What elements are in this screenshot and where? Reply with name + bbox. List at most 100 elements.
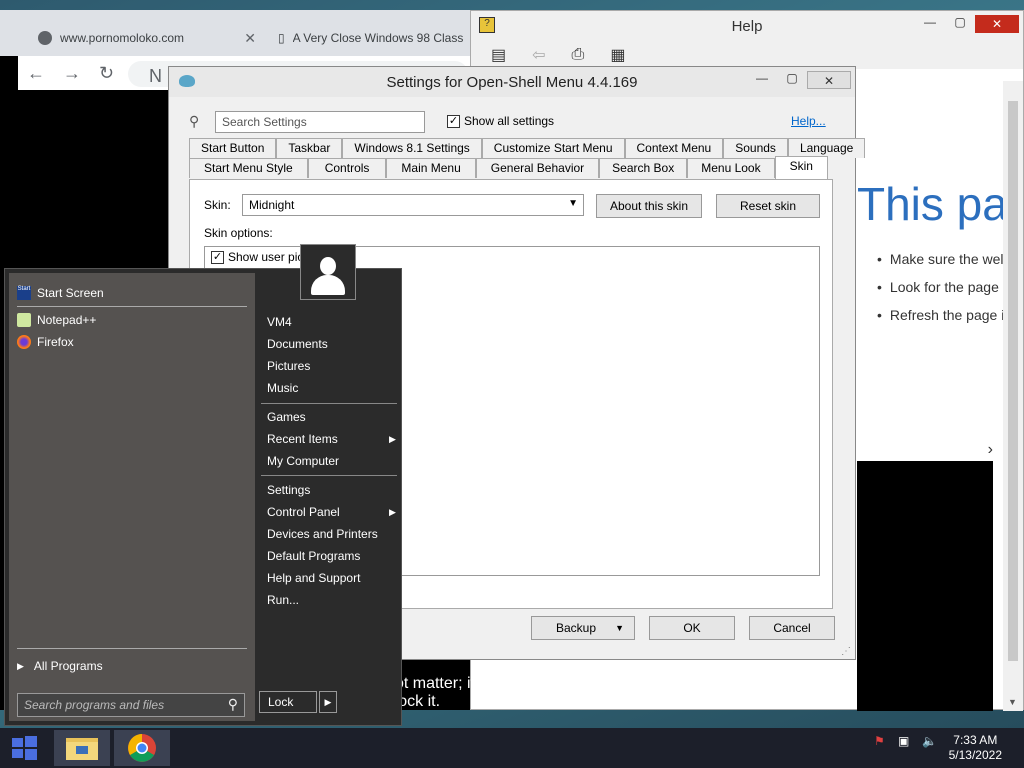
browser-tab-2-label: A Very Close Windows 98 Class: [292, 31, 463, 45]
maximize-icon[interactable]: ▢: [945, 11, 975, 41]
minimize-icon[interactable]: —: [915, 11, 945, 41]
network-icon[interactable]: ▣: [898, 734, 909, 748]
chevron-right-icon: ▶: [17, 660, 24, 671]
search-settings-input[interactable]: Search Settings: [215, 111, 425, 133]
checkmark-icon[interactable]: ✓: [211, 251, 224, 265]
help-bullet: Refresh the page i: [877, 307, 1013, 323]
tab-general-behavior[interactable]: General Behavior: [475, 158, 600, 178]
tab-language[interactable]: Language: [787, 138, 866, 158]
tab-search-box[interactable]: Search Box: [599, 158, 688, 178]
start-menu-left-pane: Start Start Screen Notepad++ Firefox ▶ A…: [9, 273, 255, 721]
start-menu-item-label: Control Panel: [267, 505, 340, 519]
tab-taskbar[interactable]: Taskbar: [276, 138, 343, 158]
search-icon: ⚲: [189, 113, 200, 129]
clock-time: 7:33 AM: [953, 733, 998, 747]
back-icon[interactable]: ⇦: [532, 45, 545, 65]
reset-skin-button[interactable]: Reset skin: [716, 194, 820, 218]
help-scrollbar[interactable]: ▼: [1003, 81, 1023, 711]
start-menu-item-help-and-support[interactable]: Help and Support: [267, 568, 360, 588]
system-clock[interactable]: 7:33 AM 5/13/2022: [949, 733, 1002, 763]
tab-customize-start-menu[interactable]: Customize Start Menu: [481, 138, 625, 158]
print-icon[interactable]: ⎙: [572, 46, 585, 64]
start-menu-item-vm4[interactable]: VM4: [267, 312, 292, 332]
close-icon[interactable]: ✕: [975, 15, 1019, 33]
help-toolbar: ▤ ⇦ ⎙ ▦: [471, 41, 1023, 69]
scroll-down-icon[interactable]: ▼: [1008, 697, 1017, 707]
ok-button[interactable]: OK: [649, 616, 735, 640]
option-label: Show user pic: [228, 250, 304, 264]
start-menu-item-firefox[interactable]: Firefox: [17, 332, 74, 352]
start-menu-item-control-panel[interactable]: Control Panel ▶: [267, 502, 397, 522]
shutdown-options-button[interactable]: ▶: [319, 691, 337, 713]
cancel-button[interactable]: Cancel: [749, 616, 835, 640]
start-menu-item-games[interactable]: Games: [267, 407, 306, 427]
globe-icon: [38, 31, 52, 45]
close-icon[interactable]: ✕: [807, 71, 851, 89]
browser-tab-2[interactable]: ▯ A Very Close Windows 98 Class: [268, 20, 468, 56]
start-menu-item-default-programs[interactable]: Default Programs: [267, 546, 360, 566]
help-title: Help: [731, 17, 763, 35]
lock-button[interactable]: Lock: [259, 691, 317, 713]
search-icon[interactable]: ⚲: [228, 696, 238, 713]
close-tab-icon[interactable]: ✕: [244, 30, 256, 47]
notepadpp-icon: [17, 313, 31, 327]
help-app-icon: ?: [479, 17, 495, 33]
start-menu-item-run[interactable]: Run...: [267, 590, 299, 610]
action-center-flag-icon[interactable]: ⚑: [874, 734, 885, 748]
tab-windows-8-1-settings[interactable]: Windows 8.1 Settings: [342, 138, 482, 158]
help-link[interactable]: Help...: [791, 114, 826, 128]
settings-title-bar: Settings for Open-Shell Menu 4.4.169 — ▢…: [169, 67, 855, 97]
chrome-icon: [128, 734, 156, 762]
tab-start-menu-style[interactable]: Start Menu Style: [189, 158, 308, 178]
start-button[interactable]: [0, 730, 48, 766]
maximize-icon[interactable]: ▢: [777, 67, 807, 97]
help-bullet: Make sure the wel: [877, 251, 1013, 267]
tab-controls[interactable]: Controls: [307, 158, 387, 178]
volume-muted-icon[interactable]: 🔈: [922, 734, 937, 748]
start-menu-item-start-screen[interactable]: Start Start Screen: [17, 283, 104, 303]
start-menu-item-recent-items[interactable]: Recent Items ▶: [267, 429, 397, 449]
skin-select[interactable]: Midnight ▼: [242, 194, 584, 216]
start-menu-item-devices-and-printers[interactable]: Devices and Printers: [267, 524, 378, 544]
options-icon[interactable]: ▦: [610, 45, 625, 65]
checkmark-icon[interactable]: ✓: [447, 115, 460, 129]
start-menu-item-label: Firefox: [37, 335, 74, 349]
divider: [261, 475, 397, 476]
file-explorer-taskbar-button[interactable]: [54, 730, 110, 766]
chrome-taskbar-button[interactable]: [114, 730, 170, 766]
hide-pane-icon[interactable]: ▤: [491, 45, 506, 65]
start-menu-item-my-computer[interactable]: My Computer: [267, 451, 339, 471]
tab-skin[interactable]: Skin: [774, 156, 828, 180]
page-icon: ▯: [278, 31, 285, 45]
all-programs-button[interactable]: ▶ All Programs: [17, 656, 103, 676]
resize-grip-icon[interactable]: ⋰: [841, 646, 851, 657]
help-heading: This pag: [857, 178, 1013, 230]
start-menu-item-notepadpp[interactable]: Notepad++: [17, 310, 96, 330]
start-menu-item-pictures[interactable]: Pictures: [267, 356, 310, 376]
browser-tab-1[interactable]: www.pornomoloko.com ✕: [28, 20, 264, 56]
backup-button[interactable]: Backup ▼: [531, 616, 635, 640]
start-menu-item-documents[interactable]: Documents: [267, 334, 328, 354]
start-menu-item-settings[interactable]: Settings: [267, 480, 310, 500]
forward-arrow-icon[interactable]: →: [63, 63, 81, 84]
tab-context-menu[interactable]: Context Menu: [624, 138, 724, 158]
minimize-icon[interactable]: —: [747, 67, 777, 97]
tab-main-menu[interactable]: Main Menu: [386, 158, 476, 178]
option-show-user-picture[interactable]: ✓ Show user pic: [211, 250, 304, 265]
start-search-placeholder: Search programs and files: [24, 698, 165, 712]
start-menu-item-music[interactable]: Music: [267, 378, 298, 398]
tab-sounds[interactable]: Sounds: [723, 138, 788, 158]
show-all-settings-checkbox[interactable]: ✓ Show all settings: [447, 114, 554, 129]
tab-menu-look[interactable]: Menu Look: [687, 158, 775, 178]
chevron-right-icon: ▶: [324, 697, 332, 707]
back-arrow-icon[interactable]: ←: [27, 63, 45, 84]
about-skin-button[interactable]: About this skin: [596, 194, 702, 218]
tab-start-button[interactable]: Start Button: [189, 138, 277, 158]
address-bar-text: N: [149, 66, 162, 86]
chevron-right-icon[interactable]: ›: [988, 441, 993, 459]
reload-icon[interactable]: ↻: [99, 63, 114, 84]
start-search-input[interactable]: Search programs and files ⚲: [17, 693, 245, 717]
search-settings-placeholder: Search Settings: [222, 115, 307, 129]
user-avatar[interactable]: [300, 244, 356, 300]
scroll-thumb[interactable]: [1008, 101, 1018, 661]
